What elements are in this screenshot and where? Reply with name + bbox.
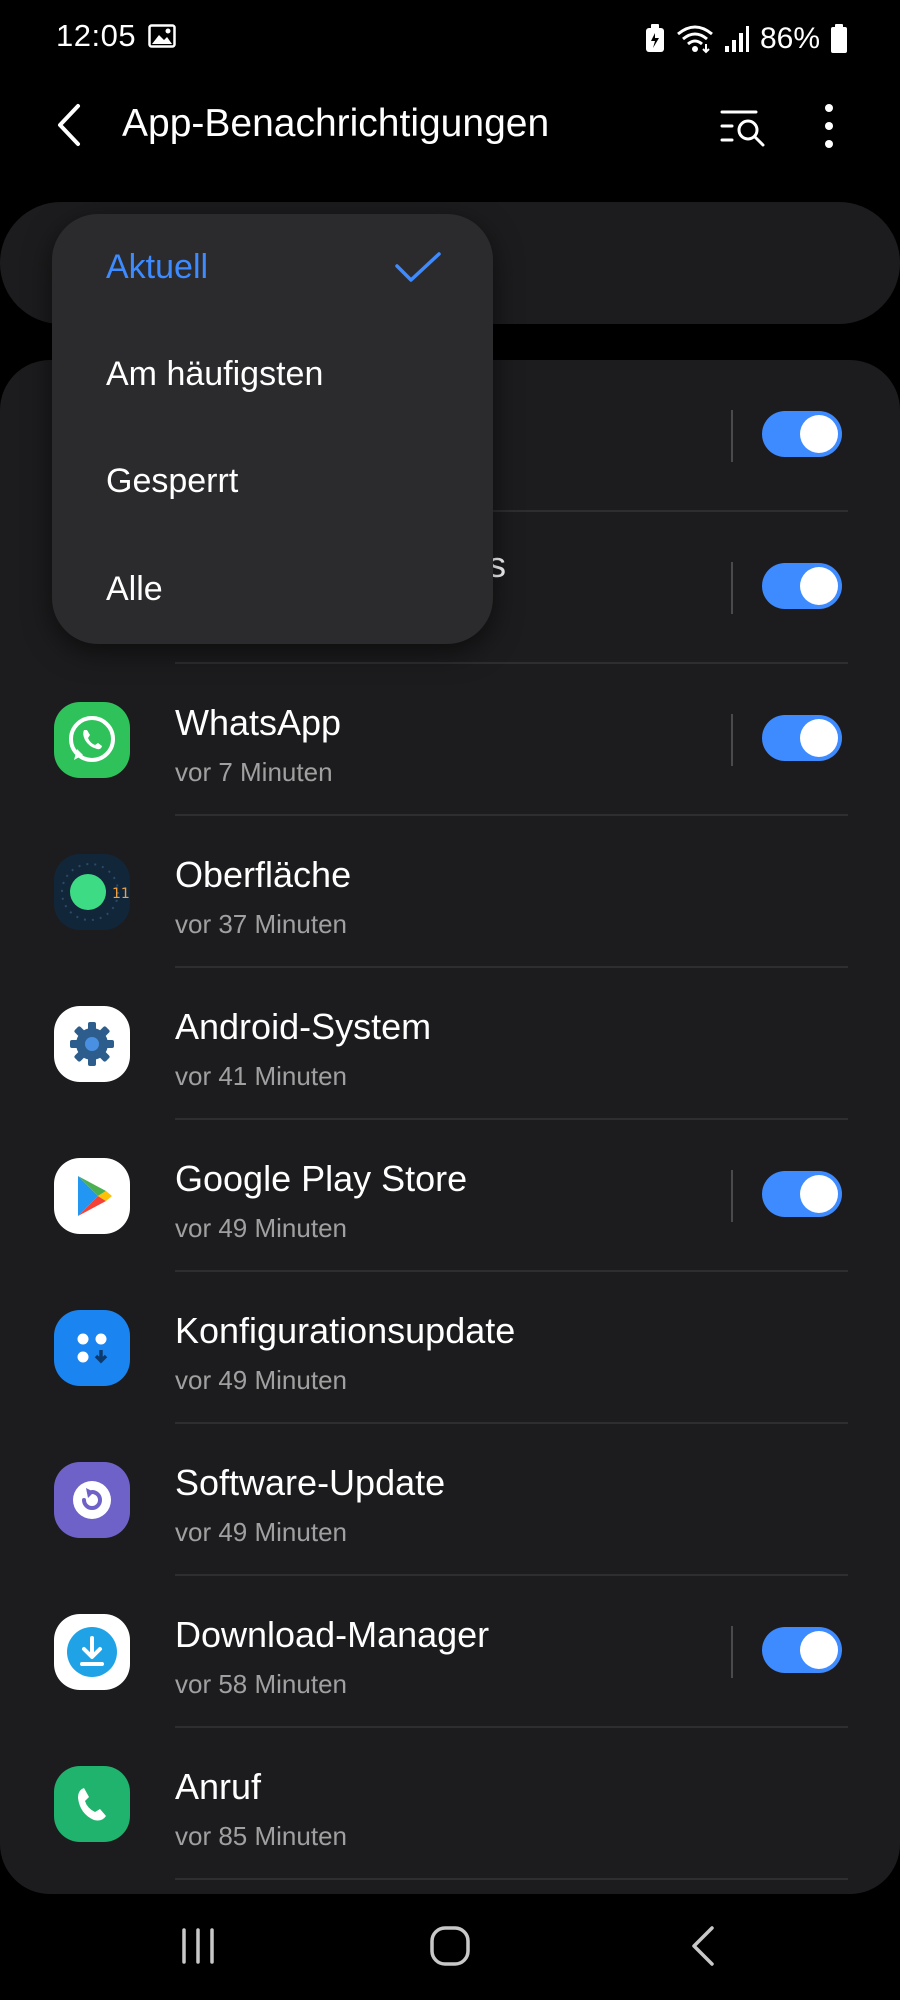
app-name: Software-Update [175, 1462, 446, 1503]
sort-option-am-haeufigsten[interactable]: Am häufigsten [52, 321, 493, 429]
battery-icon [831, 24, 847, 53]
notification-toggle[interactable] [762, 411, 842, 457]
app-row-android-system[interactable]: Android-System vor 41 Minuten [0, 968, 900, 1120]
app-time: vor 49 Minuten [175, 1365, 347, 1395]
notification-toggle[interactable] [762, 1171, 842, 1217]
sort-option-label: Alle [106, 570, 163, 608]
row-divider [175, 1878, 848, 1880]
one-ui-icon: 11 [54, 854, 130, 930]
app-time: vor 41 Minuten [175, 1061, 347, 1091]
sort-option-label: Aktuell [106, 248, 209, 286]
nav-back-icon[interactable] [688, 1924, 718, 1968]
status-icons: 86% [644, 18, 848, 60]
more-icon[interactable] [812, 100, 846, 152]
android-system-icon [54, 1006, 130, 1082]
app-name: Anruf [175, 1766, 262, 1807]
navigation-bar [0, 1894, 900, 2000]
signal-icon [724, 26, 749, 52]
app-row-config-update[interactable]: Konfigurationsupdate vor 49 Minuten [0, 1272, 900, 1424]
app-bar: App-Benachrichtigungen [0, 90, 900, 160]
toggle-knob [800, 1631, 838, 1669]
separator [731, 410, 733, 462]
separator [731, 1626, 733, 1678]
app-time: vor 49 Minuten [175, 1213, 347, 1243]
toggle-knob [800, 415, 838, 453]
battery-percentage: 86% [759, 22, 820, 55]
app-time: vor 49 Minuten [175, 1517, 347, 1547]
app-row-anruf[interactable]: Anruf vor 85 Minuten [0, 1728, 900, 1880]
app-row-whatsapp[interactable]: WhatsApp vor 7 Minuten [0, 664, 900, 816]
whatsapp-icon [54, 702, 130, 778]
sort-option-label: Am häufigsten [106, 355, 324, 393]
app-name: Konfigurationsupdate [175, 1310, 516, 1351]
download-manager-icon [54, 1614, 130, 1690]
battery-saver-icon [645, 24, 664, 52]
app-row-download-manager[interactable]: Download-Manager vor 58 Minuten [0, 1576, 900, 1728]
status-bar: 12:05 86% [0, 0, 900, 80]
page-title: App-Benachrichtigungen [122, 102, 550, 145]
notification-toggle[interactable] [762, 715, 842, 761]
sort-option-label: Gesperrt [106, 462, 239, 500]
gallery-icon [148, 24, 176, 48]
notification-toggle[interactable] [762, 1627, 842, 1673]
software-update-icon [54, 1462, 130, 1538]
separator [731, 1170, 733, 1222]
app-row-oberflaeche[interactable]: 11 Oberfläche vor 37 Minuten [0, 816, 900, 968]
app-time: vor 7 Minuten [175, 757, 333, 787]
back-icon[interactable] [52, 102, 86, 148]
separator [731, 714, 733, 766]
toggle-knob [800, 719, 838, 757]
app-name: Android-System [175, 1006, 432, 1047]
app-row-play-store[interactable]: Google Play Store vor 49 Minuten [0, 1120, 900, 1272]
app-name: WhatsApp [175, 702, 342, 743]
app-time: vor 85 Minuten [175, 1821, 347, 1851]
app-row-software-update[interactable]: Software-Update vor 49 Minuten [0, 1424, 900, 1576]
config-update-icon [54, 1310, 130, 1386]
sort-dropdown-menu: Aktuell Am häufigsten Gesperrt Alle [52, 214, 493, 644]
app-name: Oberfläche [175, 854, 352, 895]
separator [731, 562, 733, 614]
toggle-knob [800, 1175, 838, 1213]
app-name: Google Play Store [175, 1158, 468, 1199]
app-time: vor 37 Minuten [175, 909, 347, 939]
toggle-knob [800, 567, 838, 605]
wifi-icon [677, 25, 713, 54]
status-time: 12:05 [56, 18, 137, 53]
sort-option-alle[interactable]: Alle [52, 536, 493, 644]
notification-toggle[interactable] [762, 563, 842, 609]
app-time: vor 58 Minuten [175, 1669, 347, 1699]
play-store-icon [54, 1158, 130, 1234]
home-icon[interactable] [428, 1924, 472, 1968]
check-icon [395, 252, 441, 282]
recents-icon[interactable] [178, 1926, 218, 1966]
filter-search-icon[interactable] [718, 104, 768, 148]
app-name: Download-Manager [175, 1614, 490, 1655]
sort-option-aktuell[interactable]: Aktuell [52, 214, 493, 322]
sort-option-gesperrt[interactable]: Gesperrt [52, 428, 493, 536]
phone-icon [54, 1766, 130, 1842]
svg-text:11: 11 [112, 886, 130, 902]
